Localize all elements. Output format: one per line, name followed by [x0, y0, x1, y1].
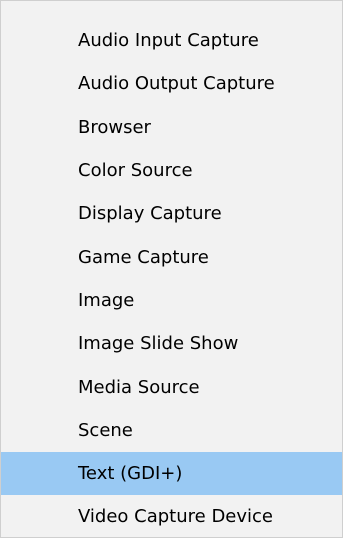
menu-item-color-source[interactable]: Color Source [1, 149, 342, 192]
menu-item-label: Scene [78, 419, 133, 441]
menu-item-text-gdi[interactable]: Text (GDI+) [1, 451, 342, 496]
menu-item-video-capture-device[interactable]: Video Capture Device [1, 495, 342, 538]
menu-item-image[interactable]: Image [1, 279, 342, 322]
menu-item-display-capture[interactable]: Display Capture [1, 192, 342, 235]
menu-item-label: Display Capture [78, 203, 222, 225]
menu-item-browser[interactable]: Browser [1, 106, 342, 149]
menu-item-media-source[interactable]: Media Source [1, 365, 342, 408]
context-menu: Audio Input Capture Audio Output Capture… [0, 0, 343, 538]
menu-item-label: Audio Input Capture [78, 30, 259, 52]
menu-item-label: Game Capture [78, 246, 209, 268]
menu-item-scene[interactable]: Scene [1, 409, 342, 452]
menu-item-label: Color Source [78, 160, 193, 182]
menu-item-label: Audio Output Capture [78, 73, 275, 95]
menu-item-audio-output-capture[interactable]: Audio Output Capture [1, 62, 342, 105]
menu-item-label: Text (GDI+) [78, 463, 183, 485]
menu-item-label: Image Slide Show [78, 333, 239, 355]
menu-item-label: Image [78, 289, 135, 311]
menu-item-label: Media Source [78, 376, 200, 398]
menu-item-game-capture[interactable]: Game Capture [1, 235, 342, 278]
menu-item-label: Browser [78, 116, 151, 138]
menu-item-label: Video Capture Device [78, 506, 274, 528]
menu-list: Audio Input Capture Audio Output Capture… [1, 19, 342, 539]
menu-item-audio-input-capture[interactable]: Audio Input Capture [1, 19, 342, 62]
menu-item-image-slide-show[interactable]: Image Slide Show [1, 322, 342, 365]
